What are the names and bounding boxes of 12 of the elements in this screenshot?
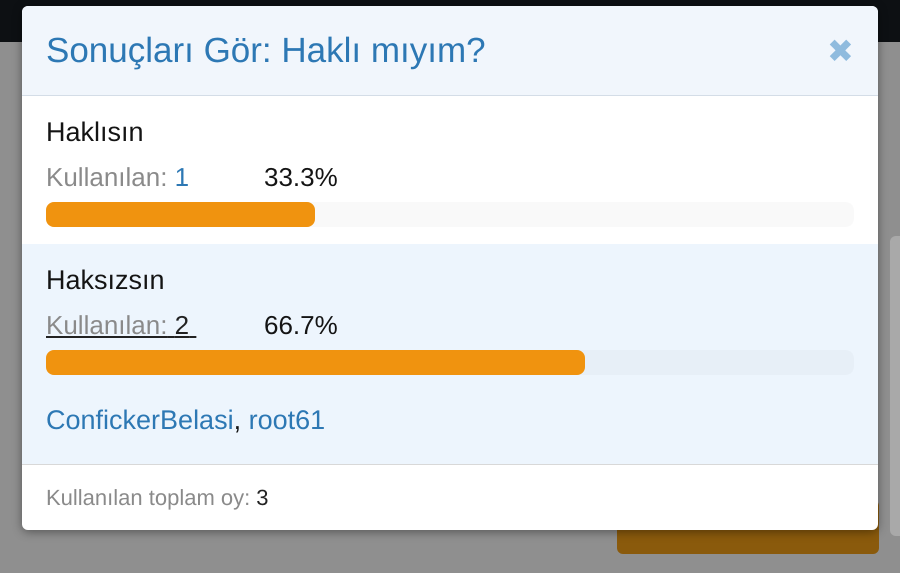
vote-count-link[interactable]: Kullanılan: 2 — [46, 310, 264, 340]
total-votes-label: Kullanılan toplam oy: — [46, 484, 250, 510]
separator-text: , — [234, 405, 242, 435]
vote-percent: 66.7% — [264, 310, 338, 340]
dialog-title: Sonuçları Gör: Haklı mıyım? — [46, 30, 486, 70]
voter-link[interactable]: root61 — [248, 405, 326, 435]
vote-percent: 33.3% — [264, 162, 338, 192]
option-label: Haksızsın — [46, 264, 166, 297]
option-label: Haklısın — [46, 116, 145, 149]
voter-link[interactable]: ConfickerBelasi — [46, 405, 234, 435]
total-votes-value: 3 — [256, 484, 268, 510]
vote-count-link[interactable]: Kullanılan: 1 — [46, 162, 264, 192]
